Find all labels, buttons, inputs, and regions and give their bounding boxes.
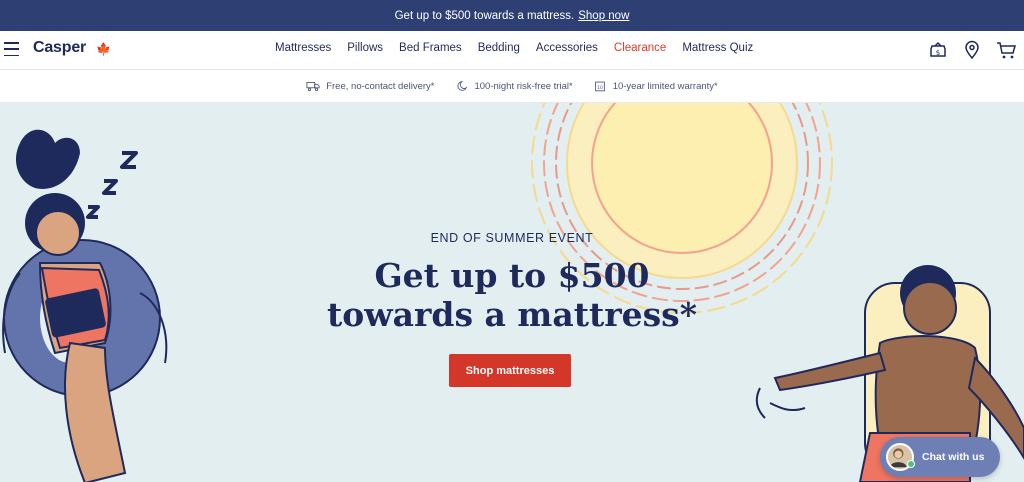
headline-line-1: Get up to $500 — [374, 256, 650, 295]
menu-icon[interactable] — [4, 42, 19, 56]
cart-icon[interactable] — [996, 40, 1016, 60]
nav-item-bedding[interactable]: Bedding — [478, 42, 520, 54]
benefit-trial: 100-night risk-free trial* — [454, 80, 573, 92]
nav-links: Mattresses Pillows Bed Frames Bedding Ac… — [275, 42, 753, 54]
sleep-z-icons — [86, 151, 138, 219]
benefits-bar: Free, no-contact delivery* 100-night ris… — [0, 70, 1024, 103]
nav-item-accessories[interactable]: Accessories — [536, 42, 598, 54]
nav-item-bed-frames[interactable]: Bed Frames — [399, 42, 462, 54]
nav-item-mattresses[interactable]: Mattresses — [275, 42, 331, 54]
benefit-label: 10-year limited warranty* — [612, 80, 718, 92]
shop-now-link[interactable]: Shop now — [578, 10, 629, 22]
nav-item-clearance[interactable]: Clearance — [614, 42, 666, 54]
main-navigation: Casper 🍁 Mattresses Pillows Bed Frames B… — [0, 31, 1024, 70]
maple-leaf-icon: 🍁 — [96, 42, 111, 56]
benefit-warranty: 10 10-year limited warranty* — [593, 80, 718, 92]
casper-logo[interactable]: Casper — [33, 39, 86, 57]
nav-icons: $ — [928, 40, 1016, 60]
nav-item-mattress-quiz[interactable]: Mattress Quiz — [682, 42, 753, 54]
shop-mattresses-button[interactable]: Shop mattresses — [449, 354, 571, 387]
hero-headline: Get up to $500 towards a mattress* — [0, 256, 1024, 334]
hero-banner: END OF SUMMER EVENT Get up to $500 towar… — [0, 103, 1024, 482]
promo-banner: Get up to $500 towards a mattress. Shop … — [0, 0, 1024, 31]
benefit-delivery: Free, no-contact delivery* — [306, 80, 434, 92]
benefit-label: 100-night risk-free trial* — [474, 80, 573, 92]
svg-text:10: 10 — [597, 85, 603, 91]
chat-label: Chat with us — [922, 451, 985, 463]
event-eyebrow: END OF SUMMER EVENT — [430, 231, 594, 245]
delivery-truck-icon — [306, 82, 320, 92]
benefit-label: Free, no-contact delivery* — [326, 80, 435, 92]
financing-icon[interactable]: $ — [928, 40, 948, 60]
chat-widget-button[interactable]: Chat with us — [880, 437, 1000, 477]
svg-text:$: $ — [936, 49, 940, 57]
moon-icon — [457, 81, 468, 91]
promo-text: Get up to $500 towards a mattress. — [394, 9, 575, 22]
calendar-icon: 10 — [594, 81, 605, 92]
online-status-dot — [907, 460, 915, 468]
headline-line-2: towards a mattress* — [326, 295, 698, 334]
nav-item-pillows[interactable]: Pillows — [347, 42, 383, 54]
location-icon[interactable] — [962, 40, 982, 60]
